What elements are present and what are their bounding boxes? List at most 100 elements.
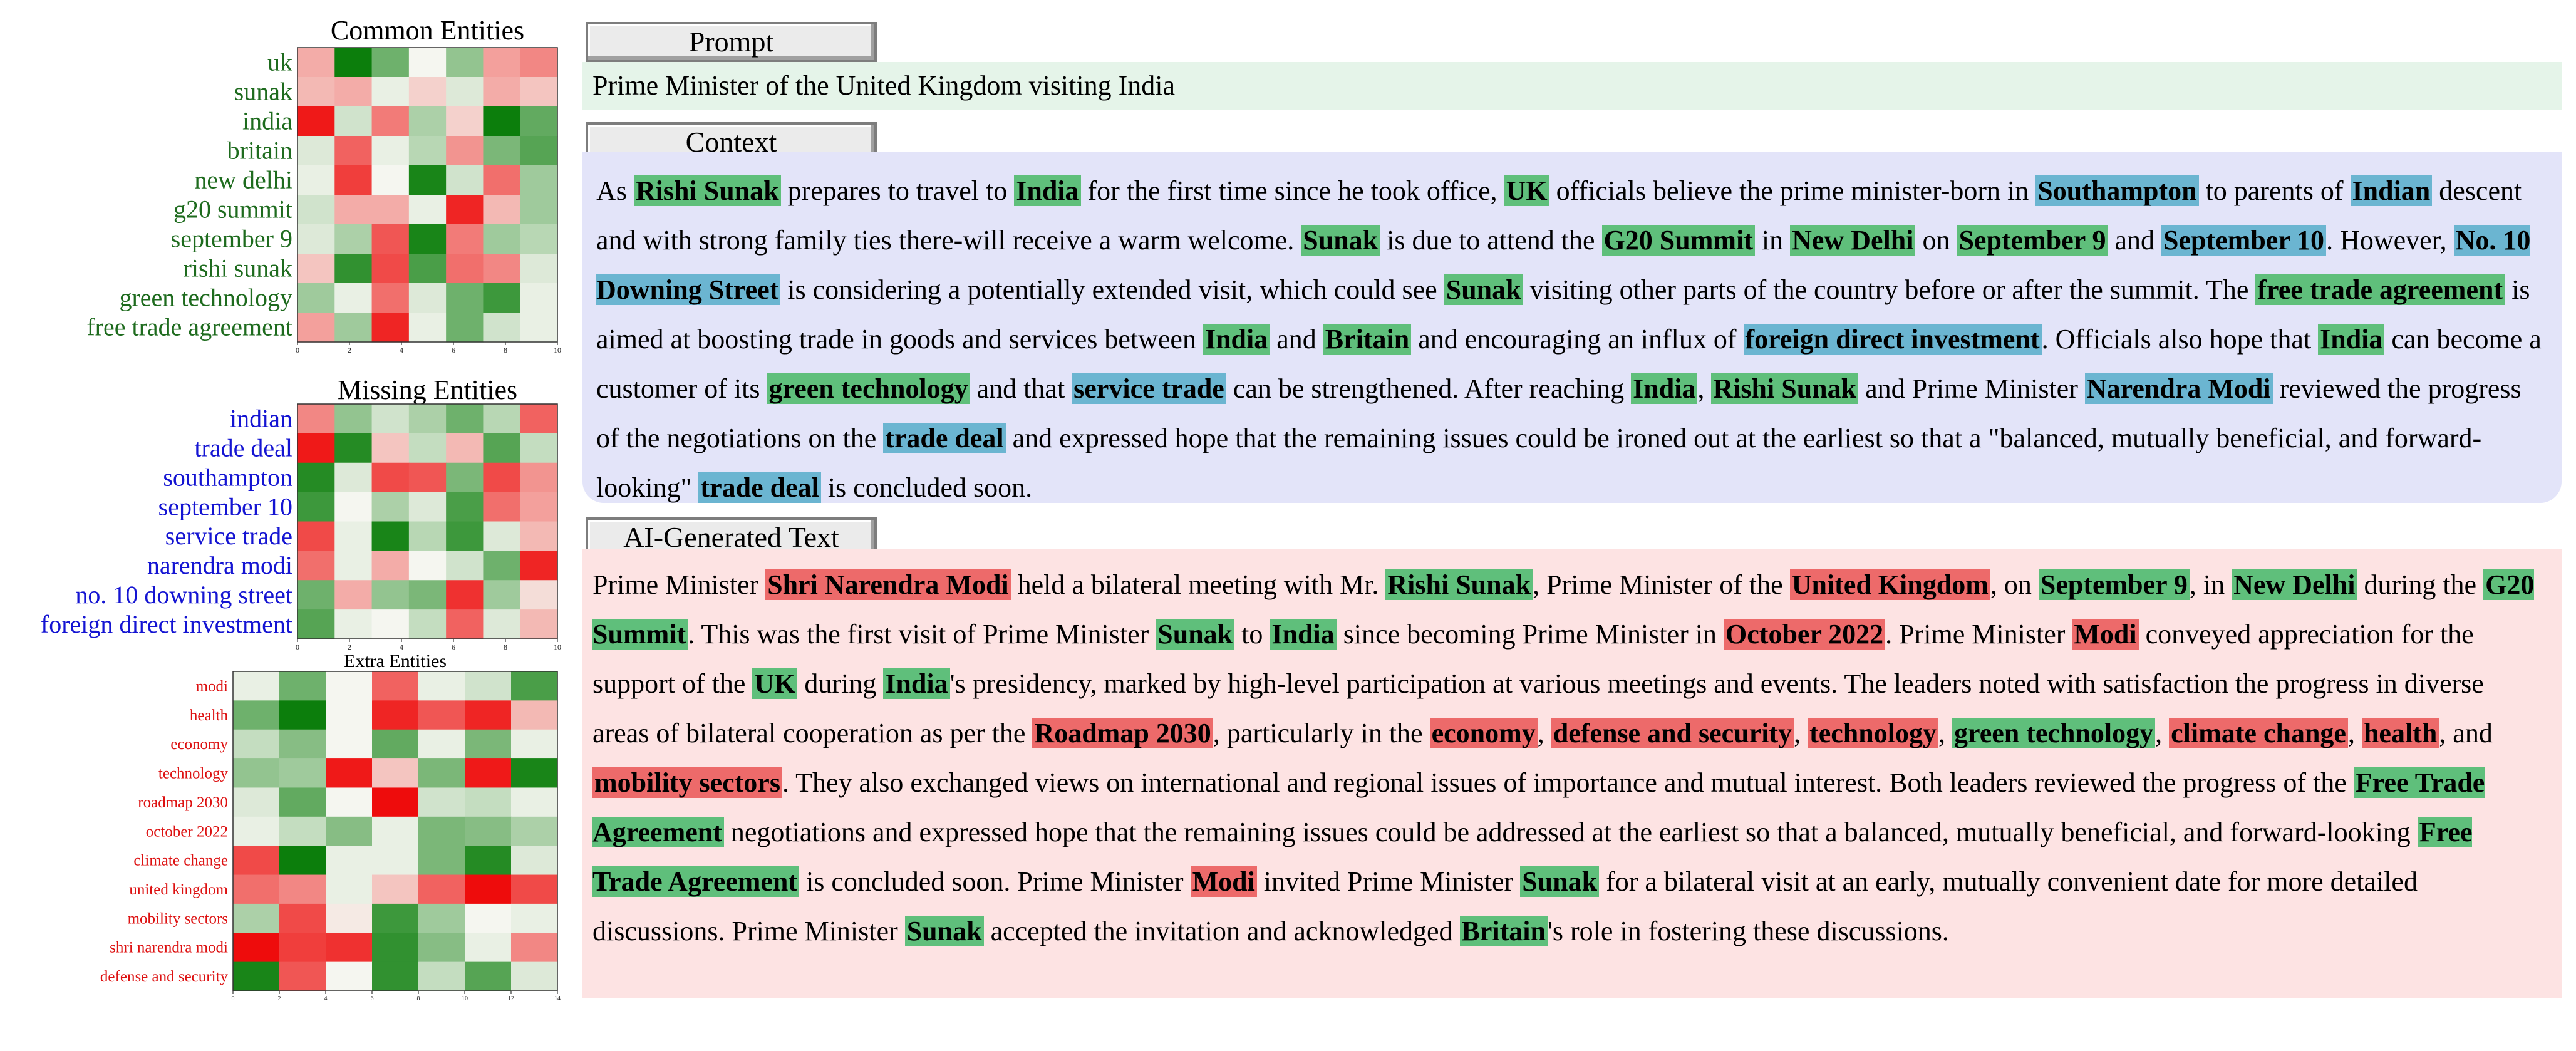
common-entity-highlight: Britain bbox=[1323, 324, 1412, 355]
heatmap-tick-label: 10 bbox=[554, 643, 561, 651]
passage-text: . However, bbox=[2326, 225, 2454, 256]
passage-text: , bbox=[2155, 718, 2170, 748]
passage-text: is concluded soon. bbox=[820, 472, 1033, 503]
heatmap-row-label: september 9 bbox=[171, 225, 292, 253]
heatmap-cell bbox=[371, 254, 410, 284]
heatmap-cell bbox=[465, 729, 512, 759]
prompt-label: Prompt bbox=[586, 22, 877, 62]
passage-text: during the bbox=[2357, 569, 2484, 600]
heatmap-cell bbox=[520, 609, 558, 639]
heatmap-cell bbox=[465, 816, 512, 846]
heatmap-2: Extra Entities modi health economy technolog… bbox=[100, 651, 561, 1002]
passage-text: , bbox=[1938, 718, 1952, 748]
heatmap-cell bbox=[371, 521, 410, 551]
heatmap-cell bbox=[446, 462, 484, 493]
heatmap-cell bbox=[297, 136, 335, 166]
heatmap-row-label: india bbox=[242, 107, 292, 135]
heatmap-cell bbox=[233, 758, 280, 789]
extra-entity-highlight: economy bbox=[1429, 718, 1538, 748]
passage-text: Prime Minister bbox=[592, 569, 766, 600]
heatmap-cell bbox=[334, 136, 373, 166]
heatmap-cell bbox=[446, 551, 484, 581]
heatmap-cell bbox=[520, 551, 558, 581]
heatmap-cell bbox=[279, 846, 326, 876]
heatmap-cell bbox=[279, 729, 326, 759]
common-entity-highlight: New Delhi bbox=[1790, 225, 1916, 256]
common-entity-highlight: New Delhi bbox=[2232, 569, 2357, 600]
extra-entity-highlight: Shri Narendra Modi bbox=[765, 569, 1011, 600]
heatmap-cell bbox=[520, 77, 558, 107]
heatmap-cell bbox=[408, 580, 447, 610]
common-entity-highlight: Rishi Sunak bbox=[1711, 373, 1859, 404]
heatmap-cell bbox=[279, 816, 326, 846]
heatmap-cell bbox=[446, 609, 484, 639]
heatmap-cell bbox=[511, 874, 558, 904]
heatmap-row-label: service trade bbox=[165, 522, 292, 550]
heatmap-cell bbox=[326, 903, 373, 933]
heatmap-cell bbox=[520, 313, 558, 343]
passage-text: is due to attend the bbox=[1380, 225, 1602, 256]
heatmap-cell bbox=[297, 521, 335, 551]
heatmap-cell bbox=[520, 433, 558, 463]
heatmap-cell bbox=[297, 313, 335, 343]
missing-entity-highlight: trade deal bbox=[698, 472, 821, 503]
prompt-text: Prime Minister of the United Kingdom vis… bbox=[582, 62, 2562, 110]
heatmap-cell bbox=[371, 551, 410, 581]
missing-entity-highlight: Indian bbox=[2350, 175, 2433, 206]
heatmap-cell bbox=[418, 729, 465, 759]
heatmap-cell bbox=[446, 77, 484, 107]
common-entity-highlight: Sunak bbox=[1156, 619, 1235, 650]
passage-text: , bbox=[2347, 718, 2362, 748]
passage-text: and that bbox=[970, 373, 1072, 404]
heatmap-cell bbox=[233, 787, 280, 817]
generated-text: Prime Minister Shri Narendra Modi held a… bbox=[582, 549, 2562, 998]
heatmap-cell bbox=[483, 313, 521, 343]
passage-text: , bbox=[1794, 718, 1808, 748]
common-entity-highlight: Sunak bbox=[1301, 225, 1380, 256]
heatmap-cell bbox=[511, 846, 558, 876]
heatmap-cell bbox=[408, 492, 447, 522]
heatmap-cell bbox=[372, 758, 419, 789]
heatmap-cell bbox=[334, 433, 373, 463]
common-entity-highlight: Sunak bbox=[904, 916, 984, 946]
heatmap-cell bbox=[465, 700, 512, 730]
common-entity-highlight: free trade agreement bbox=[2255, 274, 2505, 305]
heatmap-cell bbox=[408, 106, 447, 137]
heatmap-cell bbox=[446, 433, 484, 463]
heatmap-row-label: united kingdom bbox=[129, 881, 228, 898]
heatmap-tick-label: 8 bbox=[504, 643, 507, 651]
passage-text: on bbox=[1915, 225, 1957, 256]
heatmap-title: Common Entities bbox=[331, 15, 524, 46]
extra-entity-highlight: health bbox=[2361, 718, 2439, 748]
heatmap-row-label: g20 summit bbox=[173, 195, 292, 224]
heatmap-cell bbox=[511, 961, 558, 991]
heatmap-row-label: foreign direct investment bbox=[41, 610, 292, 638]
heatmap-row-label: green technology bbox=[119, 284, 292, 312]
heatmap-cell bbox=[233, 729, 280, 759]
heatmap-title: Missing Entities bbox=[338, 375, 517, 405]
heatmap-row-label: health bbox=[190, 707, 229, 724]
heatmap-cell bbox=[297, 609, 335, 639]
heatmap-cell bbox=[520, 136, 558, 166]
common-entity-highlight: India bbox=[1203, 324, 1270, 355]
missing-entity-highlight: foreign direct investment bbox=[1743, 324, 2042, 355]
passage-text: accepted the invitation and acknowledged bbox=[983, 916, 1460, 946]
heatmap-cell bbox=[372, 846, 419, 876]
heatmap-cell bbox=[483, 195, 521, 225]
heatmap-cell bbox=[446, 283, 484, 313]
heatmap-cell bbox=[334, 313, 373, 343]
heatmap-cell bbox=[483, 462, 521, 493]
heatmap-cell bbox=[465, 961, 512, 991]
heatmap-cell bbox=[418, 846, 465, 876]
heatmap-row-label: trade deal bbox=[194, 434, 292, 462]
heatmap-cell bbox=[446, 136, 484, 166]
heatmap-cell bbox=[483, 433, 521, 463]
heatmap-cell bbox=[520, 106, 558, 137]
passage-text: and encouraging an influx of bbox=[1411, 324, 1744, 355]
heatmap-tick-label: 6 bbox=[452, 346, 455, 355]
passage-text: in bbox=[1754, 225, 1791, 256]
heatmap-cell bbox=[418, 903, 465, 933]
heatmap-cell bbox=[418, 933, 465, 963]
heatmap-1: Missing Entities indiantrade dealsouthamp… bbox=[41, 375, 561, 651]
heatmap-cell bbox=[408, 551, 447, 581]
